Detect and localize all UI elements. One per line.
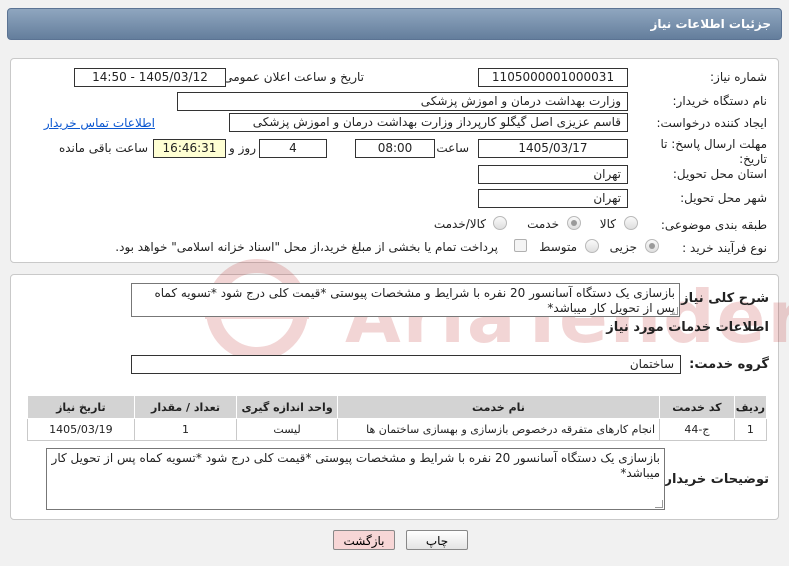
category-radio-goods[interactable] — [624, 216, 638, 230]
process-option-minor: جزیی — [609, 240, 637, 254]
category-radio-goods-service[interactable] — [493, 216, 507, 230]
col-quantity: تعداد / مقدار — [133, 395, 238, 419]
deadline-date-field[interactable]: 1405/03/17 — [478, 139, 628, 158]
remaining-time-field: 16:46:31 — [153, 139, 226, 158]
time-label: ساعت — [436, 141, 469, 155]
treasury-checkbox[interactable] — [514, 239, 527, 252]
col-row: ردیف — [733, 395, 768, 419]
col-date: تاریخ نیاز — [27, 395, 135, 419]
service-group-field[interactable]: ساختمان — [131, 355, 681, 374]
city-field[interactable]: تهران — [478, 189, 628, 208]
cell-date: 1405/03/19 — [27, 418, 135, 441]
category-label: طبقه بندی موضوعی: — [660, 218, 767, 232]
announce-label: تاریخ و ساعت اعلان عمومی: — [219, 70, 364, 84]
process-radio-medium[interactable] — [585, 239, 599, 253]
remaining-label: ساعت باقی مانده — [58, 141, 148, 155]
resize-grip-icon[interactable] — [670, 307, 678, 315]
buyer-label: نام دستگاه خریدار: — [672, 94, 768, 108]
buyer-field[interactable]: وزارت بهداشت درمان و اموزش پزشکی — [177, 92, 628, 111]
services-table: ردیف کد خدمت نام خدمت واحد اندازه گیری ت… — [27, 395, 768, 441]
col-code: کد خدمت — [659, 395, 735, 419]
summary-textarea[interactable]: بازسازی یک دستگاه آسانسور 20 نفره با شرا… — [131, 283, 680, 317]
category-option-goods: کالا — [599, 217, 616, 231]
cell-quantity: 1 — [133, 418, 238, 441]
buyer-notes-textarea[interactable]: بازسازی یک دستگاه آسانسور 20 نفره با شرا… — [46, 448, 665, 510]
creator-label: ایجاد کننده درخواست: — [656, 116, 767, 130]
process-label: نوع فرآیند خرید : — [682, 241, 767, 255]
province-label: استان محل تحویل: — [672, 167, 767, 181]
payment-note: پرداخت تمام یا بخشی از مبلغ خرید،از محل … — [115, 240, 498, 254]
category-option-service: خدمت — [527, 217, 559, 231]
cell-name: انجام کارهای متفرقه درخصوص بازسازی و بهس… — [336, 418, 661, 441]
col-unit: واحد اندازه گیری — [236, 395, 338, 419]
creator-field[interactable]: قاسم عزیزی اصل گیگلو کارپرداز وزارت بهدا… — [229, 113, 628, 132]
cell-code: ج-44 — [659, 418, 735, 441]
summary-label: شرح کلی نیاز: — [675, 291, 769, 306]
services-section-title: اطلاعات خدمات مورد نیاز — [606, 320, 769, 335]
table-header-row: ردیف کد خدمت نام خدمت واحد اندازه گیری ت… — [27, 395, 768, 419]
page-title: جزئیات اطلاعات نیاز — [650, 17, 771, 31]
table-row[interactable]: 1 ج-44 انجام کارهای متفرقه درخصوص بازساز… — [27, 418, 768, 441]
city-label: شهر محل تحویل: — [680, 191, 767, 205]
need-number-label: شماره نیاز: — [710, 70, 767, 84]
service-group-label: گروه خدمت: — [689, 357, 769, 372]
cell-unit: لیست — [236, 418, 338, 441]
back-button[interactable]: بازگشت — [333, 530, 395, 550]
page-header: جزئیات اطلاعات نیاز — [7, 8, 782, 40]
category-radio-service[interactable] — [567, 216, 581, 230]
col-name: نام خدمت — [336, 395, 661, 419]
deadline-time-field[interactable]: 08:00 — [355, 139, 435, 158]
province-field[interactable]: تهران — [478, 165, 628, 184]
announce-field[interactable]: 1405/03/12 - 14:50 — [74, 68, 226, 87]
days-field[interactable]: 4 — [259, 139, 327, 158]
process-option-medium: متوسط — [539, 240, 577, 254]
resize-grip-icon[interactable] — [655, 500, 663, 508]
cell-row: 1 — [733, 418, 768, 441]
buyer-contact-link[interactable]: اطلاعات تماس خریدار — [44, 116, 155, 130]
process-radio-minor[interactable] — [645, 239, 659, 253]
print-button[interactable]: چاپ — [406, 530, 468, 550]
buyer-notes-label: توضیحات خریدار: — [659, 472, 769, 487]
need-number-field[interactable]: 1105000001000031 — [478, 68, 628, 87]
days-label: روز و — [229, 141, 256, 155]
deadline-label: مهلت ارسال پاسخ: تا تاریخ: — [660, 137, 767, 166]
category-option-goods-service: کالا/خدمت — [433, 217, 486, 231]
